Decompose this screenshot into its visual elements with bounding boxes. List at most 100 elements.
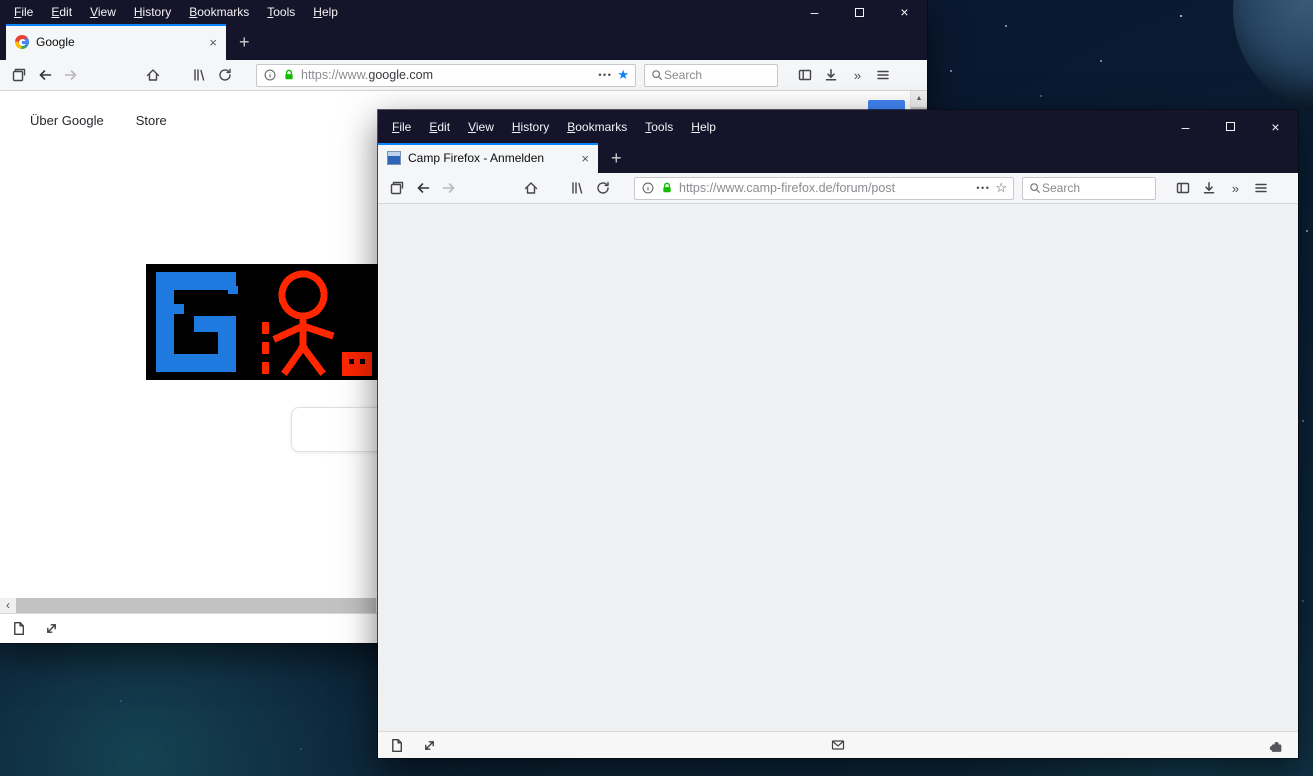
search-bar[interactable] xyxy=(644,64,778,87)
forward-icon xyxy=(63,67,79,83)
download-button[interactable] xyxy=(818,63,844,87)
menu-view[interactable]: View xyxy=(459,116,503,138)
reload-button[interactable] xyxy=(212,63,238,87)
window-controls: – × xyxy=(792,0,927,24)
resize-icon[interactable] xyxy=(421,737,438,754)
sidebar-toggle-button[interactable] xyxy=(792,63,818,87)
url-bar[interactable]: https://www.camp-firefox.de/forum/post •… xyxy=(634,177,1014,200)
mail-icon[interactable] xyxy=(829,737,847,753)
home-button[interactable] xyxy=(140,63,166,87)
reload-icon xyxy=(595,180,611,196)
maximize-icon xyxy=(1226,122,1235,131)
url-text: https://www.google.com xyxy=(301,68,593,82)
library-button[interactable] xyxy=(564,176,590,200)
sidebar-icon xyxy=(1175,180,1191,196)
tab-overview-button[interactable] xyxy=(6,63,32,87)
page-actions-icon[interactable]: ••• xyxy=(598,70,612,80)
page-info-icon[interactable] xyxy=(641,181,655,195)
search-input[interactable] xyxy=(1042,181,1150,195)
close-button[interactable]: × xyxy=(1253,110,1298,143)
page-info-icon[interactable] xyxy=(263,68,277,82)
hamburger-menu-icon xyxy=(875,67,891,83)
tab-overview-icon xyxy=(11,67,27,83)
tab-bar: Camp Firefox - Anmelden × + xyxy=(378,143,1298,173)
back-button[interactable] xyxy=(32,63,58,87)
menu-view[interactable]: View xyxy=(81,1,125,23)
menu-file[interactable]: File xyxy=(383,116,420,138)
tab-google[interactable]: Google × xyxy=(6,24,226,60)
page-icon[interactable] xyxy=(10,620,27,637)
download-icon xyxy=(1201,180,1217,196)
search-input[interactable] xyxy=(664,68,772,82)
back-icon xyxy=(37,67,53,83)
extension-puzzle-icon[interactable] xyxy=(1267,737,1284,754)
menu-history[interactable]: History xyxy=(125,1,180,23)
overflow-button[interactable]: » xyxy=(1222,176,1248,200)
close-button[interactable]: × xyxy=(882,0,927,24)
link-about-google[interactable]: Über Google xyxy=(30,113,104,128)
library-icon xyxy=(191,67,207,83)
search-icon xyxy=(650,68,664,82)
window-controls: – × xyxy=(1163,110,1298,143)
link-store[interactable]: Store xyxy=(136,113,167,128)
overflow-button[interactable]: » xyxy=(844,63,870,87)
lock-icon xyxy=(660,181,674,195)
menu-bar: File Edit View History Bookmarks Tools H… xyxy=(378,116,725,138)
forward-button[interactable] xyxy=(58,63,84,87)
tab-close-icon[interactable]: × xyxy=(575,151,589,166)
maximize-button[interactable] xyxy=(1208,110,1253,143)
menu-bookmarks[interactable]: Bookmarks xyxy=(558,116,636,138)
bookmark-star-icon[interactable]: ★ xyxy=(617,67,629,83)
sidebar-icon xyxy=(797,67,813,83)
new-tab-button[interactable]: + xyxy=(598,143,635,173)
navigation-toolbar: https://www.google.com ••• ★ » xyxy=(0,60,927,91)
back-button[interactable] xyxy=(410,176,436,200)
home-button[interactable] xyxy=(518,176,544,200)
firefox-window-camp-firefox: File Edit View History Bookmarks Tools H… xyxy=(378,110,1298,758)
navigation-toolbar: https://www.camp-firefox.de/forum/post •… xyxy=(378,173,1298,204)
menu-edit[interactable]: Edit xyxy=(42,1,81,23)
menu-tools[interactable]: Tools xyxy=(258,1,304,23)
menu-help[interactable]: Help xyxy=(682,116,725,138)
horizontal-scrollbar-thumb[interactable] xyxy=(16,598,376,613)
bookmark-star-icon[interactable]: ☆ xyxy=(995,180,1007,196)
tab-bar: Google × + xyxy=(0,24,927,60)
minimize-button[interactable]: – xyxy=(1163,110,1208,143)
scroll-left-button[interactable]: ‹ xyxy=(0,598,16,613)
page-icon[interactable] xyxy=(388,737,405,754)
menu-history[interactable]: History xyxy=(503,116,558,138)
url-text: https://www.camp-firefox.de/forum/post xyxy=(679,181,971,195)
menu-bookmarks[interactable]: Bookmarks xyxy=(180,1,258,23)
forward-button[interactable] xyxy=(436,176,462,200)
download-icon xyxy=(823,67,839,83)
minimize-button[interactable]: – xyxy=(792,0,837,24)
sidebar-toggle-button[interactable] xyxy=(1170,176,1196,200)
tab-camp-firefox[interactable]: Camp Firefox - Anmelden × xyxy=(378,143,598,173)
url-bar[interactable]: https://www.google.com ••• ★ xyxy=(256,64,636,87)
menu-edit[interactable]: Edit xyxy=(420,116,459,138)
page-content xyxy=(378,204,1298,731)
menu-help[interactable]: Help xyxy=(304,1,347,23)
library-button[interactable] xyxy=(186,63,212,87)
menu-button[interactable] xyxy=(870,63,896,87)
menu-tools[interactable]: Tools xyxy=(636,116,682,138)
url-scheme: https://www. xyxy=(301,68,368,82)
google-doodle[interactable] xyxy=(146,264,378,380)
lock-icon xyxy=(282,68,296,82)
search-bar[interactable] xyxy=(1022,177,1156,200)
reload-button[interactable] xyxy=(590,176,616,200)
forward-icon xyxy=(441,180,457,196)
url-domain: google.com xyxy=(368,68,433,82)
menu-file[interactable]: File xyxy=(5,1,42,23)
page-actions-icon[interactable]: ••• xyxy=(976,183,990,193)
resize-icon[interactable] xyxy=(43,620,60,637)
url-scheme: https://www. xyxy=(679,181,746,195)
download-button[interactable] xyxy=(1196,176,1222,200)
status-bar xyxy=(378,731,1298,758)
scroll-up-button[interactable]: ▲ xyxy=(916,91,923,107)
tab-overview-button[interactable] xyxy=(384,176,410,200)
tab-close-icon[interactable]: × xyxy=(203,35,217,50)
maximize-button[interactable] xyxy=(837,0,882,24)
new-tab-button[interactable]: + xyxy=(226,24,263,60)
menu-button[interactable] xyxy=(1248,176,1274,200)
